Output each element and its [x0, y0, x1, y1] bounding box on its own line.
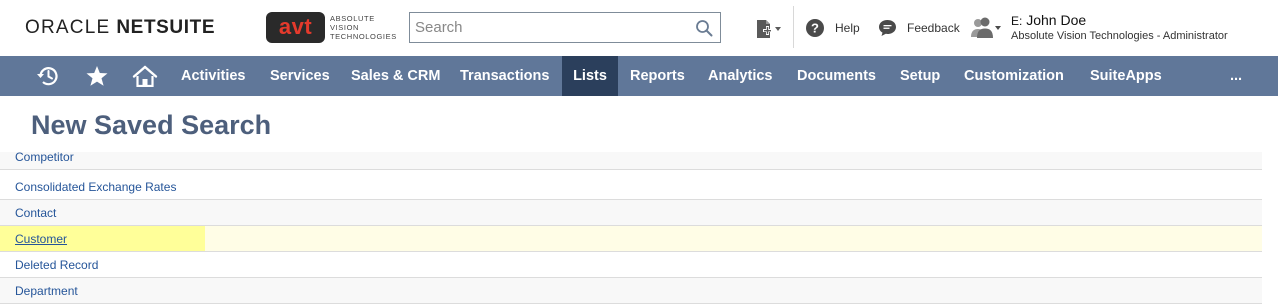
nav-lists[interactable]: Lists: [562, 56, 618, 96]
company-tagline-line: ABSOLUTE: [330, 14, 375, 23]
nav-transactions[interactable]: Transactions: [448, 56, 561, 96]
list-item[interactable]: Competitor: [0, 152, 1262, 170]
create-new-icon[interactable]: [755, 18, 783, 40]
logo-word-netsuite: NETSUITE: [116, 17, 216, 38]
user-name[interactable]: E: John Doe: [1011, 12, 1086, 28]
global-search: [409, 12, 721, 43]
company-tagline: ABSOLUTE VISION TECHNOLOGIES: [330, 14, 397, 41]
list-item-selected[interactable]: Customer: [0, 226, 1262, 252]
company-logo: avt: [266, 12, 325, 43]
record-type-link[interactable]: Consolidated Exchange Rates: [15, 180, 176, 194]
nav-suiteapps[interactable]: SuiteApps: [1078, 56, 1174, 96]
user-name-prefix: E:: [1011, 14, 1023, 28]
recent-records-icon[interactable]: [36, 65, 60, 87]
nav-services[interactable]: Services: [258, 56, 342, 96]
home-icon[interactable]: [132, 65, 158, 87]
list-item[interactable]: Department: [0, 278, 1262, 304]
user-role[interactable]: Absolute Vision Technologies - Administr…: [1011, 30, 1228, 42]
nav-customization[interactable]: Customization: [952, 56, 1076, 96]
list-item[interactable]: Consolidated Exchange Rates: [0, 174, 1262, 200]
star-icon[interactable]: [85, 65, 109, 87]
top-header: ORACLE NETSUITE avt ABSOLUTE VISION TECHN…: [0, 0, 1278, 56]
header-divider: [793, 6, 794, 48]
help-link[interactable]: Help: [835, 21, 860, 35]
svg-text:?: ?: [811, 21, 819, 36]
list-item[interactable]: Deleted Record: [0, 252, 1262, 278]
question-circle-icon[interactable]: ?: [806, 19, 824, 37]
record-type-link[interactable]: Department: [15, 284, 78, 298]
chevron-down-icon: [995, 26, 1001, 30]
record-type-link[interactable]: Contact: [15, 206, 56, 220]
main-navigation: Activities Services Sales & CRM Transact…: [0, 56, 1278, 96]
record-type-list: Competitor Consolidated Exchange Rates C…: [0, 152, 1262, 305]
user-name-text: John Doe: [1026, 12, 1087, 28]
company-logo-text: avt: [278, 14, 313, 39]
record-type-link[interactable]: Competitor: [15, 152, 74, 164]
company-tagline-line: TECHNOLOGIES: [330, 32, 397, 41]
speech-bubble-icon[interactable]: [878, 19, 897, 37]
page-title: New Saved Search: [31, 110, 272, 140]
search-icon[interactable]: [695, 19, 713, 37]
list-item[interactable]: Contact: [0, 200, 1262, 226]
user-group-icon[interactable]: [970, 17, 1002, 39]
nav-sales-crm[interactable]: Sales & CRM: [339, 56, 452, 96]
feedback-link[interactable]: Feedback: [907, 21, 960, 35]
nav-documents[interactable]: Documents: [785, 56, 888, 96]
nav-setup[interactable]: Setup: [888, 56, 952, 96]
oracle-netsuite-logo[interactable]: ORACLE NETSUITE: [25, 17, 215, 39]
logo-word-oracle: ORACLE: [25, 17, 111, 38]
record-type-link[interactable]: Deleted Record: [15, 258, 98, 272]
nav-reports[interactable]: Reports: [618, 56, 697, 96]
company-tagline-line: VISION: [330, 23, 360, 32]
nav-more-button[interactable]: ...: [1216, 56, 1256, 96]
nav-analytics[interactable]: Analytics: [696, 56, 784, 96]
search-input[interactable]: [410, 13, 680, 42]
record-type-link[interactable]: Customer: [15, 232, 67, 246]
chevron-down-icon: [775, 27, 781, 31]
nav-activities[interactable]: Activities: [169, 56, 257, 96]
